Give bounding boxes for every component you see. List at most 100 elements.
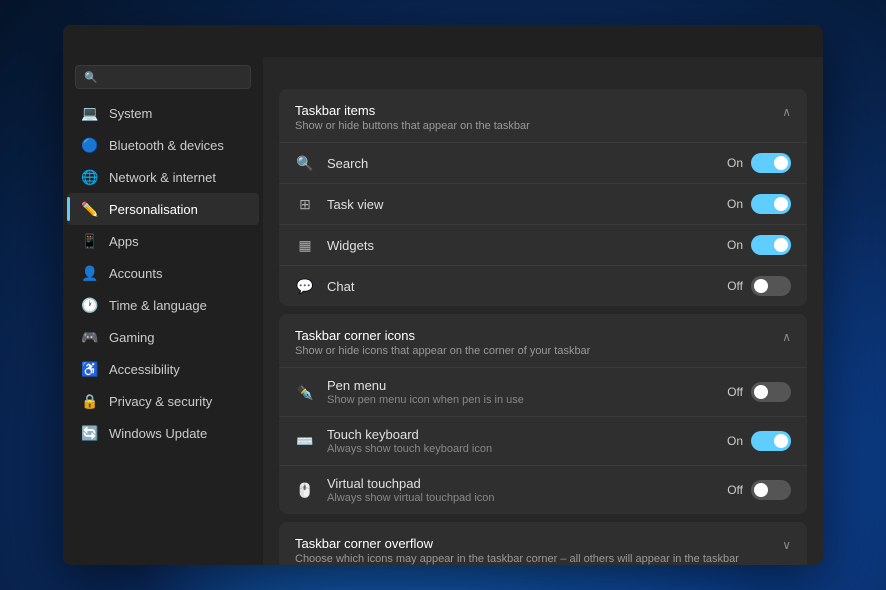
taskview-icon: ⊞ (295, 194, 315, 214)
setting-label-pen-menu: Pen menu Show pen menu icon when pen is … (327, 378, 707, 406)
section-taskbar-corner-icons: Taskbar corner icons Show or hide icons … (279, 314, 807, 514)
maximize-button[interactable] (719, 25, 765, 57)
setting-row-widgets: ▦ Widgets On (279, 224, 807, 265)
sidebar-item-label-bluetooth: Bluetooth & devices (109, 138, 224, 153)
main-panel: Taskbar items Show or hide buttons that … (263, 57, 823, 565)
settings-window: 🔍 💻 System 🔵 Bluetooth & devices 🌐 Netwo… (63, 25, 823, 565)
search-input[interactable] (104, 70, 259, 84)
section-header-taskbar-corner-icons[interactable]: Taskbar corner icons Show or hide icons … (279, 314, 807, 367)
section-header-taskbar-items[interactable]: Taskbar items Show or hide buttons that … (279, 89, 807, 142)
minimize-button[interactable] (673, 25, 719, 57)
accessibility-icon: ♿ (81, 360, 99, 378)
toggle-pen-menu[interactable] (751, 382, 791, 402)
toggle-thumb-chat (754, 279, 768, 293)
touch-keyboard-icon: ⌨️ (295, 431, 315, 451)
section-title-taskbar-corner-overflow: Taskbar corner overflow (295, 536, 782, 551)
sidebar-item-network[interactable]: 🌐 Network & internet (67, 161, 259, 193)
setting-status-widgets: On (719, 238, 743, 252)
setting-label-chat: Chat (327, 279, 707, 294)
app-content: 🔍 💻 System 🔵 Bluetooth & devices 🌐 Netwo… (63, 57, 823, 565)
sidebar-item-label-system: System (109, 106, 152, 121)
toggle-thumb-pen-menu (754, 385, 768, 399)
update-icon: 🔄 (81, 424, 99, 442)
page-header (263, 57, 823, 89)
toggle-thumb-widgets (774, 238, 788, 252)
apps-icon: 📱 (81, 232, 99, 250)
sidebar-item-accounts[interactable]: 👤 Accounts (67, 257, 259, 289)
toggle-thumb-virtual-touchpad (754, 483, 768, 497)
chevron-taskbar-corner-overflow: ∨ (782, 538, 791, 552)
toggle-search[interactable] (751, 153, 791, 173)
setting-status-virtual-touchpad: Off (719, 483, 743, 497)
section-title-taskbar-items: Taskbar items (295, 103, 782, 118)
chevron-taskbar-corner-icons: ∧ (782, 330, 791, 344)
toggle-touch-keyboard[interactable] (751, 431, 791, 451)
sidebar-item-label-gaming: Gaming (109, 330, 155, 345)
section-subtitle-taskbar-items: Show or hide buttons that appear on the … (295, 120, 782, 132)
setting-label-touch-keyboard: Touch keyboard Always show touch keyboar… (327, 427, 707, 455)
sidebar-item-label-network: Network & internet (109, 170, 216, 185)
virtual-touchpad-icon: 🖱️ (295, 480, 315, 500)
accounts-icon: 👤 (81, 264, 99, 282)
setting-sublabel-virtual-touchpad: Always show virtual touchpad icon (327, 492, 707, 504)
setting-label-virtual-touchpad: Virtual touchpad Always show virtual tou… (327, 476, 707, 504)
titlebar-controls (673, 25, 811, 57)
time-icon: 🕐 (81, 296, 99, 314)
sidebar-item-personalisation[interactable]: ✏️ Personalisation (67, 193, 259, 225)
sidebar-item-update[interactable]: 🔄 Windows Update (67, 417, 259, 449)
gaming-icon: 🎮 (81, 328, 99, 346)
sidebar-item-accessibility[interactable]: ♿ Accessibility (67, 353, 259, 385)
section-taskbar-corner-overflow: Taskbar corner overflow Choose which ico… (279, 522, 807, 565)
titlebar (63, 25, 823, 57)
setting-status-search: On (719, 156, 743, 170)
settings-content: Taskbar items Show or hide buttons that … (263, 89, 823, 565)
sidebar-item-label-update: Windows Update (109, 426, 207, 441)
sidebar-item-time[interactable]: 🕐 Time & language (67, 289, 259, 321)
bluetooth-icon: 🔵 (81, 136, 99, 154)
setting-sublabel-pen-menu: Show pen menu icon when pen is in use (327, 394, 707, 406)
sidebar-item-bluetooth[interactable]: 🔵 Bluetooth & devices (67, 129, 259, 161)
toggle-thumb-search (774, 156, 788, 170)
search-box[interactable]: 🔍 (75, 65, 251, 89)
setting-row-touch-keyboard: ⌨️ Touch keyboard Always show touch keyb… (279, 416, 807, 465)
toggle-chat[interactable] (751, 276, 791, 296)
sidebar-item-apps[interactable]: 📱 Apps (67, 225, 259, 257)
widgets-icon: ▦ (295, 235, 315, 255)
system-icon: 💻 (81, 104, 99, 122)
setting-label-widgets: Widgets (327, 238, 707, 253)
personalisation-icon: ✏️ (81, 200, 99, 218)
close-button[interactable] (765, 25, 811, 57)
toggle-virtual-touchpad[interactable] (751, 480, 791, 500)
setting-right-search: On (719, 153, 791, 173)
sidebar-nav: 💻 System 🔵 Bluetooth & devices 🌐 Network… (63, 97, 263, 449)
search-icon: 🔍 (84, 71, 98, 84)
sidebar-item-label-accounts: Accounts (109, 266, 162, 281)
setting-right-chat: Off (719, 276, 791, 296)
sidebar-item-privacy[interactable]: 🔒 Privacy & security (67, 385, 259, 417)
pen-menu-icon: ✒️ (295, 382, 315, 402)
setting-status-pen-menu: Off (719, 385, 743, 399)
setting-row-virtual-touchpad: 🖱️ Virtual touchpad Always show virtual … (279, 465, 807, 514)
setting-sublabel-touch-keyboard: Always show touch keyboard icon (327, 443, 707, 455)
sidebar-item-system[interactable]: 💻 System (67, 97, 259, 129)
toggle-widgets[interactable] (751, 235, 791, 255)
setting-label-taskview: Task view (327, 197, 707, 212)
setting-row-search: 🔍 Search On (279, 142, 807, 183)
setting-right-taskview: On (719, 194, 791, 214)
setting-row-chat: 💬 Chat Off (279, 265, 807, 306)
sidebar-item-gaming[interactable]: 🎮 Gaming (67, 321, 259, 353)
sidebar-item-label-privacy: Privacy & security (109, 394, 212, 409)
setting-status-touch-keyboard: On (719, 434, 743, 448)
sidebar: 🔍 💻 System 🔵 Bluetooth & devices 🌐 Netwo… (63, 57, 263, 565)
sidebar-item-label-time: Time & language (109, 298, 207, 313)
privacy-icon: 🔒 (81, 392, 99, 410)
setting-row-pen-menu: ✒️ Pen menu Show pen menu icon when pen … (279, 367, 807, 416)
toggle-taskview[interactable] (751, 194, 791, 214)
search-icon: 🔍 (295, 153, 315, 173)
toggle-thumb-taskview (774, 197, 788, 211)
setting-status-chat: Off (719, 279, 743, 293)
sidebar-item-label-accessibility: Accessibility (109, 362, 180, 377)
setting-right-touch-keyboard: On (719, 431, 791, 451)
section-taskbar-items: Taskbar items Show or hide buttons that … (279, 89, 807, 306)
section-header-taskbar-corner-overflow[interactable]: Taskbar corner overflow Choose which ico… (279, 522, 807, 565)
